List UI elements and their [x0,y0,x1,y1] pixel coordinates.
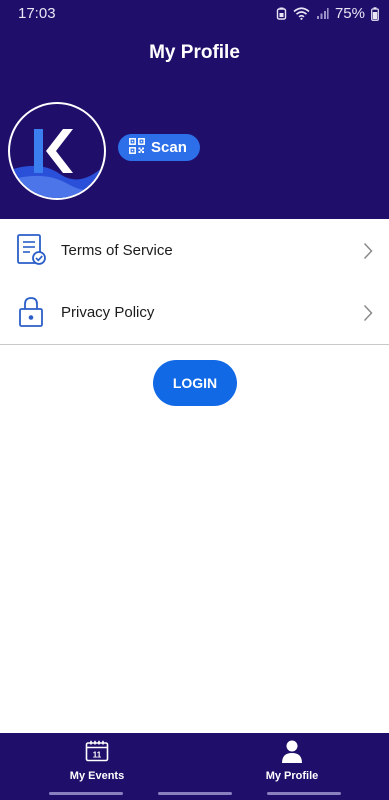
gesture-bar [49,792,123,795]
calendar-day-number: 11 [93,751,102,760]
menu-item-label: Privacy Policy [61,304,155,321]
chevron-right-icon [363,304,373,327]
bottom-navigation: 11 My Events My Profile [0,733,389,800]
chevron-right-icon [363,242,373,265]
menu-item-terms-of-service[interactable]: Terms of Service [0,219,389,281]
avatar[interactable] [8,102,106,200]
wifi-icon [293,7,310,20]
calendar-icon: 11 [0,740,194,762]
signal-icon [316,7,329,20]
nav-label: My Profile [265,770,319,782]
scan-button[interactable]: Scan [118,134,200,161]
battery-icon [371,6,379,21]
login-button[interactable]: LOGIN [153,360,237,406]
gesture-bar [267,792,341,795]
battery-percent: 75% [334,5,365,22]
nav-label: My Events [69,770,125,782]
person-icon [195,740,389,764]
status-icons: 75% [276,5,379,22]
gesture-bar [158,792,232,795]
menu-item-privacy-policy[interactable]: Privacy Policy [0,281,389,343]
lock-icon [14,295,48,329]
document-check-icon [14,233,48,267]
nav-item-my-events[interactable]: 11 My Events [0,733,194,800]
status-time: 17:03 [18,5,56,22]
qr-code-icon [129,137,145,158]
scan-label: Scan [151,139,187,156]
menu-item-label: Terms of Service [61,242,173,259]
profile-header: 17:03 75% My Profile Scan [0,0,389,219]
nav-item-my-profile[interactable]: My Profile [195,733,389,800]
battery-saver-icon [276,7,287,20]
menu-divider [0,344,389,345]
profile-menu: Terms of Service Privacy Policy [0,219,389,343]
status-bar: 17:03 75% [0,0,389,26]
k-logo-icon [10,104,104,198]
page-title: My Profile [149,42,240,63]
